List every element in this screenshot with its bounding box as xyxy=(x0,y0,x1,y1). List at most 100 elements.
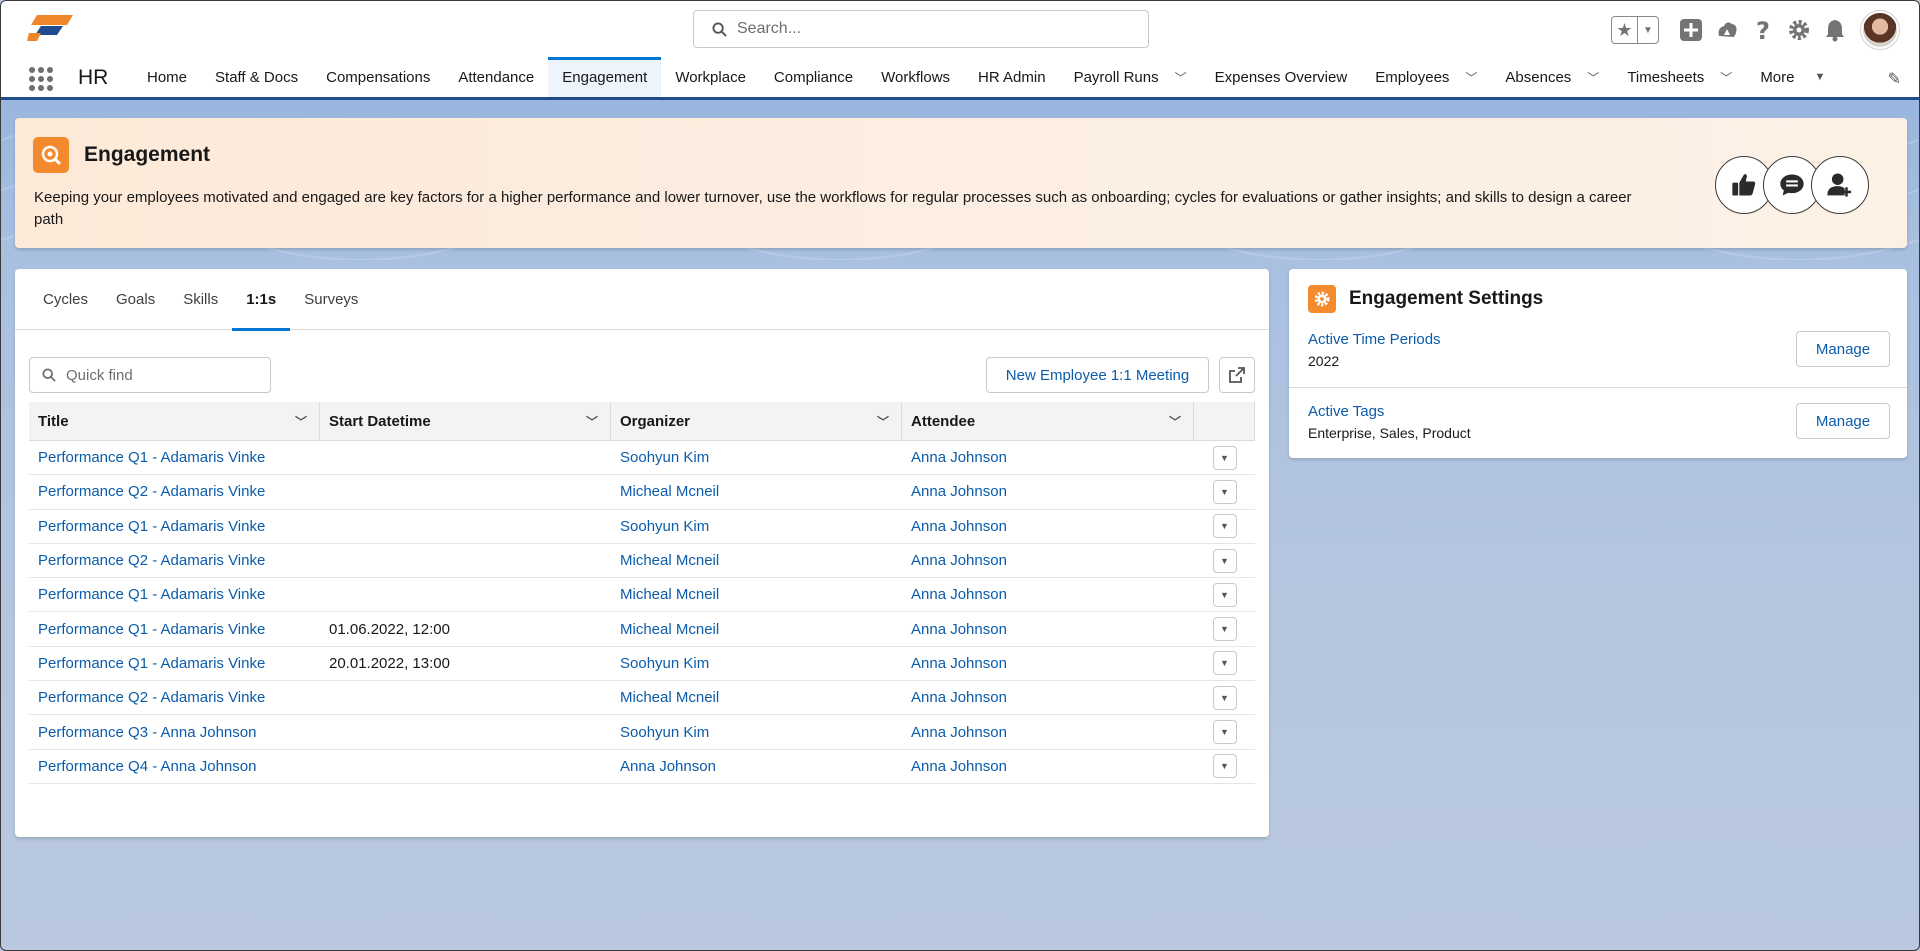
row-actions-dropdown-icon[interactable]: ▼ xyxy=(1212,651,1237,676)
nav-items: Home Staff & Docs Compensations Attendan… xyxy=(133,57,1839,97)
favorites-dropdown-icon[interactable]: ▼ xyxy=(1638,17,1658,43)
chevron-down-icon[interactable]: ﹀ xyxy=(1169,413,1181,430)
nav-item-engagement[interactable]: Engagement xyxy=(548,57,662,97)
row-attendee-link[interactable]: Anna Johnson xyxy=(902,681,1194,714)
row-title-link[interactable]: Performance Q1 - Adamaris Vinke xyxy=(29,510,320,543)
chevron-down-icon[interactable]: ﹀ xyxy=(1465,69,1477,86)
chevron-down-icon[interactable]: ﹀ xyxy=(1175,69,1187,86)
row-actions-dropdown-icon[interactable]: ▼ xyxy=(1212,479,1237,504)
setting-label-link[interactable]: Active Tags xyxy=(1308,403,1384,420)
column-header-title[interactable]: Title ﹀ xyxy=(29,402,320,440)
nav-item-compensations[interactable]: Compensations xyxy=(312,57,444,97)
nav-item-employees[interactable]: Employees ﹀ xyxy=(1361,57,1491,97)
manage-tags-button[interactable]: Manage xyxy=(1796,403,1890,439)
nav-item-home[interactable]: Home xyxy=(133,57,201,97)
row-actions-cell: ▼ xyxy=(1194,715,1255,748)
row-attendee-link[interactable]: Anna Johnson xyxy=(902,441,1194,474)
row-organizer-link[interactable]: Soohyun Kim xyxy=(611,441,902,474)
nav-item-workflows[interactable]: Workflows xyxy=(867,57,964,97)
row-organizer-link[interactable]: Micheal Mcneil xyxy=(611,475,902,508)
row-organizer-link[interactable]: Micheal Mcneil xyxy=(611,578,902,611)
row-actions-dropdown-icon[interactable]: ▼ xyxy=(1212,685,1237,710)
row-start-datetime xyxy=(320,544,611,577)
user-add-icon[interactable] xyxy=(1811,156,1869,214)
row-attendee-link[interactable]: Anna Johnson xyxy=(902,612,1194,645)
tab-surveys[interactable]: Surveys xyxy=(290,269,372,330)
help-icon[interactable]: ? xyxy=(1745,12,1781,48)
row-title-link[interactable]: Performance Q2 - Adamaris Vinke xyxy=(29,544,320,577)
column-header-attendee[interactable]: Attendee ﹀ xyxy=(902,402,1194,440)
row-title-link[interactable]: Performance Q1 - Adamaris Vinke xyxy=(29,441,320,474)
nav-item-absences[interactable]: Absences ﹀ xyxy=(1491,57,1613,97)
row-actions-dropdown-icon[interactable]: ▼ xyxy=(1212,617,1237,642)
row-title-link[interactable]: Performance Q1 - Adamaris Vinke xyxy=(29,612,320,645)
row-organizer-link[interactable]: Micheal Mcneil xyxy=(611,612,902,645)
banner-actions xyxy=(1715,156,1869,214)
row-title-link[interactable]: Performance Q1 - Adamaris Vinke xyxy=(29,647,320,680)
manage-time-periods-button[interactable]: Manage xyxy=(1796,331,1890,367)
add-icon[interactable] xyxy=(1673,12,1709,48)
row-attendee-link[interactable]: Anna Johnson xyxy=(902,475,1194,508)
row-attendee-link[interactable]: Anna Johnson xyxy=(902,578,1194,611)
tab-goals[interactable]: Goals xyxy=(102,269,169,330)
row-actions-dropdown-icon[interactable]: ▼ xyxy=(1212,754,1237,779)
row-organizer-link[interactable]: Soohyun Kim xyxy=(611,647,902,680)
row-organizer-link[interactable]: Soohyun Kim xyxy=(611,715,902,748)
row-title-link[interactable]: Performance Q4 - Anna Johnson xyxy=(29,750,320,783)
row-actions-dropdown-icon[interactable]: ▼ xyxy=(1212,548,1237,573)
table-row: Performance Q1 - Adamaris Vinke Soohyun … xyxy=(29,510,1255,544)
setting-label-link[interactable]: Active Time Periods xyxy=(1308,331,1441,348)
chevron-down-icon[interactable]: ﹀ xyxy=(1587,69,1599,86)
chevron-down-icon[interactable]: ﹀ xyxy=(877,413,889,430)
row-title-link[interactable]: Performance Q1 - Adamaris Vinke xyxy=(29,578,320,611)
global-search-input[interactable]: Search... xyxy=(693,10,1149,48)
column-header-organizer[interactable]: Organizer ﹀ xyxy=(611,402,902,440)
setting-value: 2022 xyxy=(1308,353,1340,369)
nav-item-compliance[interactable]: Compliance xyxy=(760,57,867,97)
row-actions-dropdown-icon[interactable]: ▼ xyxy=(1212,582,1237,607)
row-organizer-link[interactable]: Micheal Mcneil xyxy=(611,681,902,714)
chevron-down-icon[interactable]: ﹀ xyxy=(1720,69,1732,86)
row-attendee-link[interactable]: Anna Johnson xyxy=(902,715,1194,748)
nav-item-more[interactable]: More ▼ xyxy=(1746,57,1839,97)
setup-gear-icon[interactable] xyxy=(1781,12,1817,48)
nav-item-expenses-overview[interactable]: Expenses Overview xyxy=(1201,57,1362,97)
row-attendee-link[interactable]: Anna Johnson xyxy=(902,544,1194,577)
nav-item-payroll-runs[interactable]: Payroll Runs ﹀ xyxy=(1060,57,1201,97)
column-header-start-datetime[interactable]: Start Datetime ﹀ xyxy=(320,402,611,440)
new-employee-meeting-button[interactable]: New Employee 1:1 Meeting xyxy=(986,357,1209,393)
chevron-down-icon[interactable]: ﹀ xyxy=(295,413,307,430)
row-actions-dropdown-icon[interactable]: ▼ xyxy=(1212,445,1237,470)
caret-down-icon[interactable]: ▼ xyxy=(1815,71,1826,83)
row-attendee-link[interactable]: Anna Johnson xyxy=(902,647,1194,680)
row-actions-cell: ▼ xyxy=(1194,475,1255,508)
row-organizer-link[interactable]: Anna Johnson xyxy=(611,750,902,783)
nav-item-attendance[interactable]: Attendance xyxy=(444,57,548,97)
nav-item-workplace[interactable]: Workplace xyxy=(661,57,760,97)
nav-item-timesheets[interactable]: Timesheets ﹀ xyxy=(1613,57,1746,97)
app-logo[interactable] xyxy=(27,13,75,43)
row-actions-dropdown-icon[interactable]: ▼ xyxy=(1212,720,1237,745)
row-actions-dropdown-icon[interactable]: ▼ xyxy=(1212,514,1237,539)
tab-skills[interactable]: Skills xyxy=(169,269,232,330)
quick-find-input[interactable]: Quick find xyxy=(29,357,271,393)
row-attendee-link[interactable]: Anna Johnson xyxy=(902,750,1194,783)
nav-item-hr-admin[interactable]: HR Admin xyxy=(964,57,1060,97)
app-launcher-icon[interactable] xyxy=(29,67,53,91)
nav-item-staff-docs[interactable]: Staff & Docs xyxy=(201,57,312,97)
row-attendee-link[interactable]: Anna Johnson xyxy=(902,510,1194,543)
row-organizer-link[interactable]: Soohyun Kim xyxy=(611,510,902,543)
tab-cycles[interactable]: Cycles xyxy=(29,269,102,330)
user-avatar[interactable] xyxy=(1861,11,1899,49)
row-title-link[interactable]: Performance Q2 - Adamaris Vinke xyxy=(29,681,320,714)
popout-icon[interactable] xyxy=(1219,357,1255,393)
row-title-link[interactable]: Performance Q3 - Anna Johnson xyxy=(29,715,320,748)
tab-one-on-ones[interactable]: 1:1s xyxy=(232,269,291,331)
row-title-link[interactable]: Performance Q2 - Adamaris Vinke xyxy=(29,475,320,508)
edit-nav-pencil-icon[interactable]: ✎ xyxy=(1888,69,1901,89)
favorites-star-icon[interactable]: ★ xyxy=(1612,17,1638,43)
row-organizer-link[interactable]: Micheal Mcneil xyxy=(611,544,902,577)
chevron-down-icon[interactable]: ﹀ xyxy=(586,413,598,430)
notifications-bell-icon[interactable] xyxy=(1817,12,1853,48)
trailhead-icon[interactable] xyxy=(1709,12,1745,48)
